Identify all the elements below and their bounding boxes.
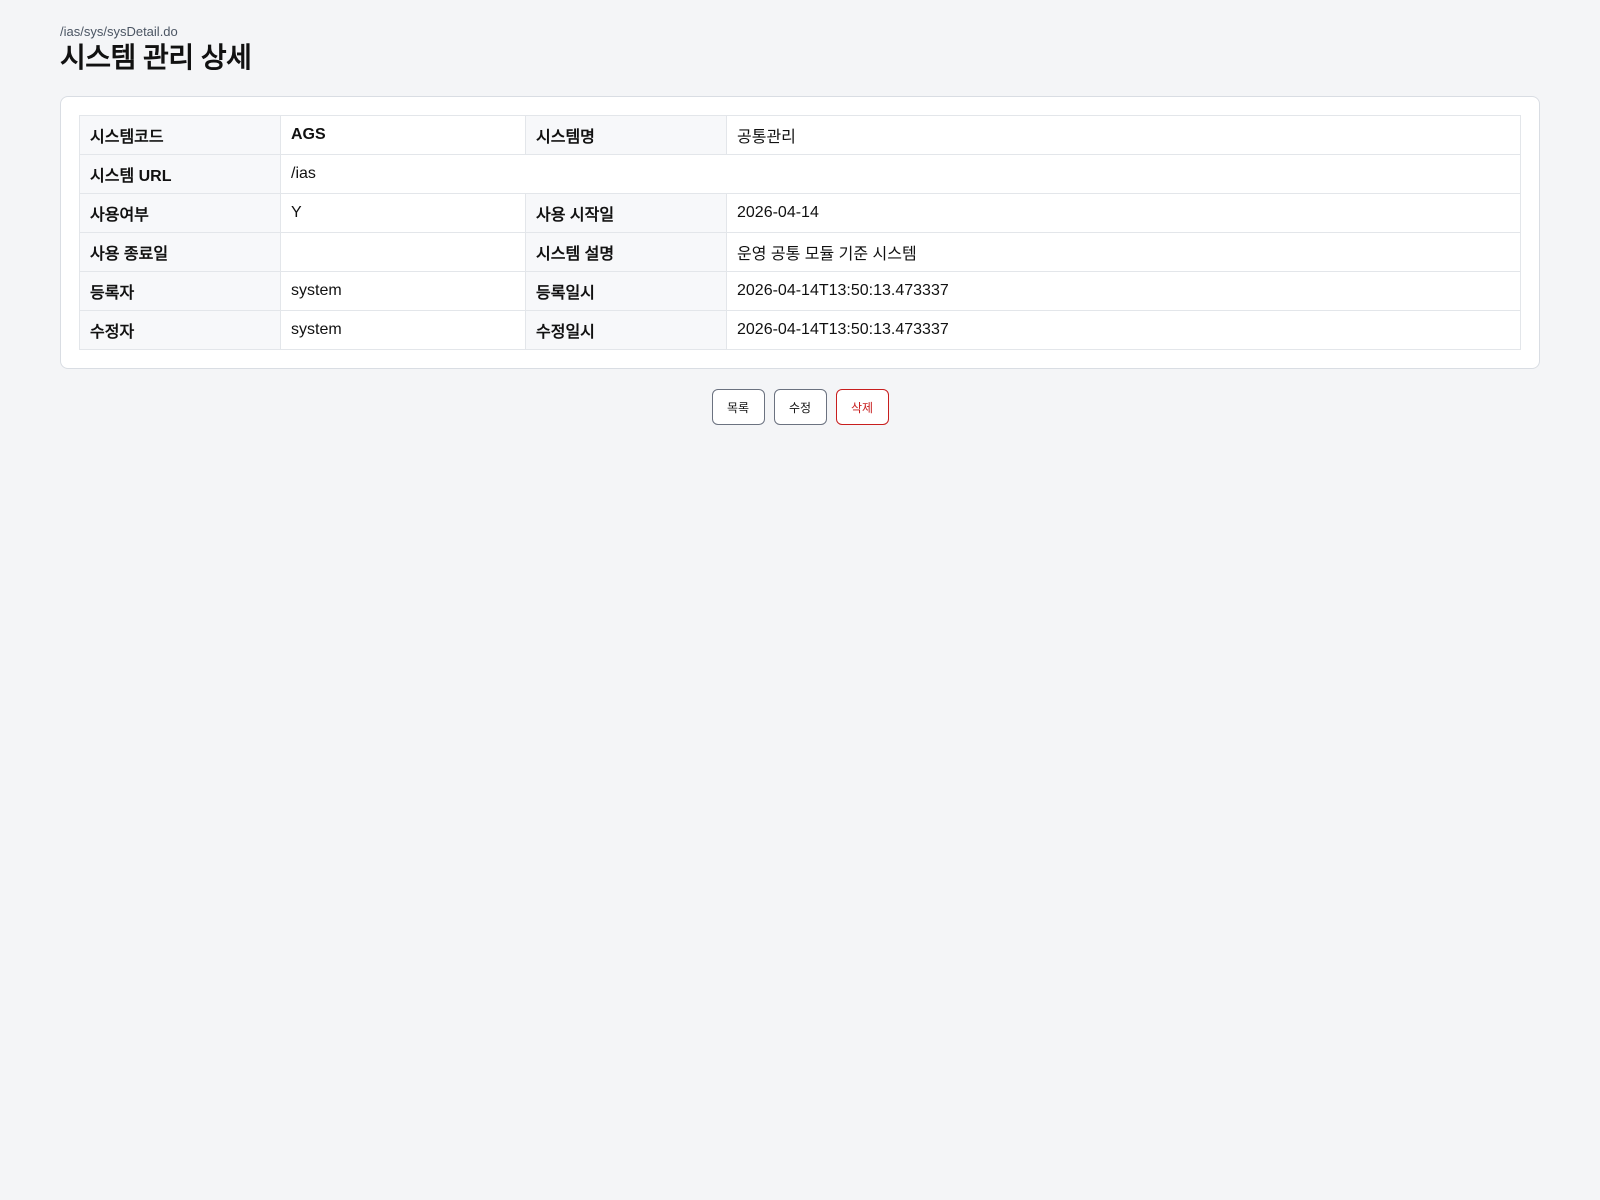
use-start-value: 2026-04-14 [726,193,1521,233]
registrant-value: system [280,271,526,311]
detail-table: 시스템코드 AGS 시스템명 공통관리 시스템 URL /ias 사용여부 Y … [79,115,1521,350]
registrant-label: 등록자 [79,271,281,311]
modified-at-label: 수정일시 [525,310,727,350]
system-code-value: AGS [280,115,526,155]
table-row: 등록자 system 등록일시 2026-04-14T13:50:13.4733… [79,271,1521,311]
modifier-label: 수정자 [79,310,281,350]
system-desc-label: 시스템 설명 [525,232,727,272]
system-name-label: 시스템명 [525,115,727,155]
registered-at-value: 2026-04-14T13:50:13.473337 [726,271,1521,311]
page: /ias/sys/sysDetail.do 시스템 관리 상세 시스템코드 AG… [60,24,1540,425]
delete-button[interactable]: 삭제 [835,389,889,425]
page-title: 시스템 관리 상세 [60,42,252,73]
table-row: 사용 종료일 시스템 설명 운영 공통 모듈 기준 시스템 [79,232,1521,272]
modifier-value: system [280,310,526,350]
modified-at-value: 2026-04-14T13:50:13.473337 [726,310,1521,350]
registered-at-label: 등록일시 [525,271,727,311]
use-yn-label: 사용여부 [79,193,281,233]
action-bar: 목록 수정 삭제 [60,389,1540,425]
system-code-label: 시스템코드 [79,115,281,155]
use-yn-value: Y [280,193,526,233]
system-url-label: 시스템 URL [79,154,281,194]
page-path: /ias/sys/sysDetail.do [60,24,178,39]
edit-button[interactable]: 수정 [773,389,827,425]
list-button[interactable]: 목록 [711,389,765,425]
table-row: 사용여부 Y 사용 시작일 2026-04-14 [79,193,1521,233]
table-row: 시스템코드 AGS 시스템명 공통관리 [79,115,1521,155]
system-desc-value: 운영 공통 모듈 기준 시스템 [726,232,1521,272]
use-end-label: 사용 종료일 [79,232,281,272]
table-row: 시스템 URL /ias [79,154,1521,194]
system-url-value: /ias [280,154,1521,194]
use-end-value [280,232,526,272]
detail-card: 시스템코드 AGS 시스템명 공통관리 시스템 URL /ias 사용여부 Y … [60,96,1540,369]
table-row: 수정자 system 수정일시 2026-04-14T13:50:13.4733… [79,310,1521,350]
use-start-label: 사용 시작일 [525,193,727,233]
system-name-value: 공통관리 [726,115,1521,155]
